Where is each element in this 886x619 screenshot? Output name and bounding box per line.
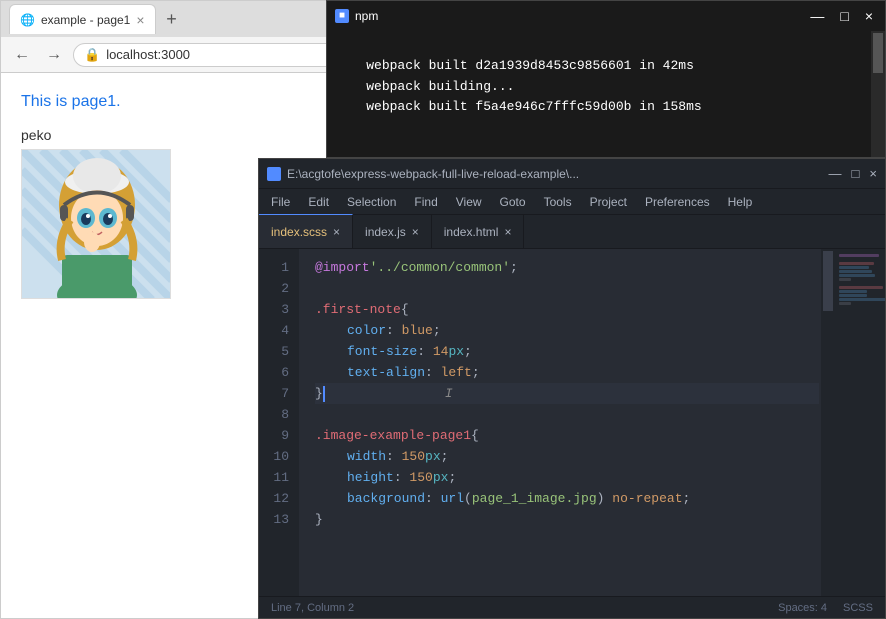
tab-html-label: index.html (444, 225, 499, 239)
menu-preferences[interactable]: Preferences (637, 193, 718, 211)
cmd-line-1: webpack built d2a1939d8453c9856601 in 42… (366, 58, 694, 73)
menu-find[interactable]: Find (406, 193, 445, 211)
tab-title: example - page1 (41, 13, 130, 27)
editor-tabs: index.scss × index.js × index.html × (259, 215, 885, 249)
code-line-5: font-size: 14px; (315, 341, 819, 362)
editor-scrollbar-thumb (823, 251, 833, 311)
tab-js-close[interactable]: × (412, 225, 419, 239)
tab-favicon: 🌐 (20, 13, 35, 27)
code-line-8 (315, 404, 819, 425)
menu-selection[interactable]: Selection (339, 193, 404, 211)
cursor-position: Line 7, Column 2 (271, 602, 354, 614)
cmd-controls: — □ × (806, 8, 877, 24)
code-line-11: height: 150px; (315, 467, 819, 488)
menu-view[interactable]: View (448, 193, 490, 211)
menu-tools[interactable]: Tools (536, 193, 580, 211)
browser-tab[interactable]: 🌐 example - page1 × (9, 4, 156, 34)
editor-statusbar: Line 7, Column 2 Spaces: 4 SCSS (259, 596, 885, 618)
menu-help[interactable]: Help (720, 193, 761, 211)
cmd-maximize-button[interactable]: □ (836, 8, 852, 24)
tab-close-button[interactable]: × (136, 12, 144, 28)
cmd-close-button[interactable]: × (861, 8, 877, 24)
indentation-info: Spaces: 4 (778, 602, 827, 614)
statusbar-right: Spaces: 4 SCSS (778, 602, 873, 614)
editor-app-icon (267, 167, 281, 181)
cmd-minimize-button[interactable]: — (806, 8, 828, 24)
code-line-9: .image-example-page1 { (315, 425, 819, 446)
tab-js-label: index.js (365, 225, 406, 239)
line-numbers: 1 2 3 4 5 6 7 8 9 10 11 12 13 (259, 249, 299, 596)
cmd-scrollbar[interactable] (871, 31, 885, 157)
lock-icon: 🔒 (84, 47, 100, 63)
menu-edit[interactable]: Edit (300, 193, 337, 211)
editor-title-text: E:\acgtofe\express-webpack-full-live-rel… (267, 167, 579, 181)
anime-image (21, 149, 171, 299)
tab-html-close[interactable]: × (504, 225, 511, 239)
tab-index-scss[interactable]: index.scss × (259, 214, 353, 248)
url-text: localhost:3000 (106, 47, 190, 62)
cmd-scrollbar-thumb (873, 33, 883, 73)
new-tab-button[interactable]: + (160, 7, 184, 31)
menu-file[interactable]: File (263, 193, 298, 211)
cmd-titlebar: ■ npm — □ × (327, 1, 885, 31)
code-line-10: width: 150px; (315, 446, 819, 467)
cmd-line-3: webpack built f5a4e946c7fffc59d00b in 15… (366, 99, 701, 114)
code-line-7: }I (315, 383, 819, 404)
code-line-2 (315, 278, 819, 299)
code-content[interactable]: @import '../common/common'; .first-note … (299, 249, 835, 596)
tab-index-html[interactable]: index.html × (432, 214, 525, 248)
editor-minimize-button[interactable]: — (829, 166, 842, 181)
code-line-12: background: url(page_1_image.jpg) no-rep… (315, 488, 819, 509)
code-line-4: color: blue; (315, 320, 819, 341)
statusbar-left: Line 7, Column 2 (271, 602, 354, 614)
code-line-6: text-align: left; (315, 362, 819, 383)
editor-window: E:\acgtofe\express-webpack-full-live-rel… (258, 158, 886, 619)
tab-index-js[interactable]: index.js × (353, 214, 432, 248)
tab-scss-label: index.scss (271, 225, 327, 239)
code-line-1: @import '../common/common'; (315, 257, 819, 278)
menu-goto[interactable]: Goto (492, 193, 534, 211)
cmd-line-2: webpack building... (366, 79, 514, 94)
tab-scss-close[interactable]: × (333, 225, 340, 239)
cmd-window: ■ npm — □ × webpack built d2a1939d8453c9… (326, 0, 886, 158)
editor-menubar: File Edit Selection Find View Goto Tools… (259, 189, 885, 215)
cmd-title-text: npm (355, 9, 378, 23)
code-line-13: } (315, 509, 819, 530)
cmd-icon: ■ (335, 9, 349, 23)
back-button[interactable]: ← (9, 42, 35, 68)
editor-window-controls: — □ × (829, 166, 877, 181)
cmd-title: ■ npm (335, 9, 378, 23)
language-mode: SCSS (843, 602, 873, 614)
editor-maximize-button[interactable]: □ (852, 166, 860, 181)
editor-path: E:\acgtofe\express-webpack-full-live-rel… (287, 167, 579, 181)
editor-titlebar: E:\acgtofe\express-webpack-full-live-rel… (259, 159, 885, 189)
cmd-content: webpack built d2a1939d8453c9856601 in 42… (327, 31, 885, 143)
editor-minimap (835, 249, 885, 596)
menu-project[interactable]: Project (582, 193, 635, 211)
editor-scrollbar[interactable] (821, 249, 835, 596)
forward-button[interactable]: → (41, 42, 67, 68)
code-line-3: .first-note { (315, 299, 819, 320)
editor-close-button[interactable]: × (869, 166, 877, 181)
editor-body: 1 2 3 4 5 6 7 8 9 10 11 12 13 @import '.… (259, 249, 885, 596)
